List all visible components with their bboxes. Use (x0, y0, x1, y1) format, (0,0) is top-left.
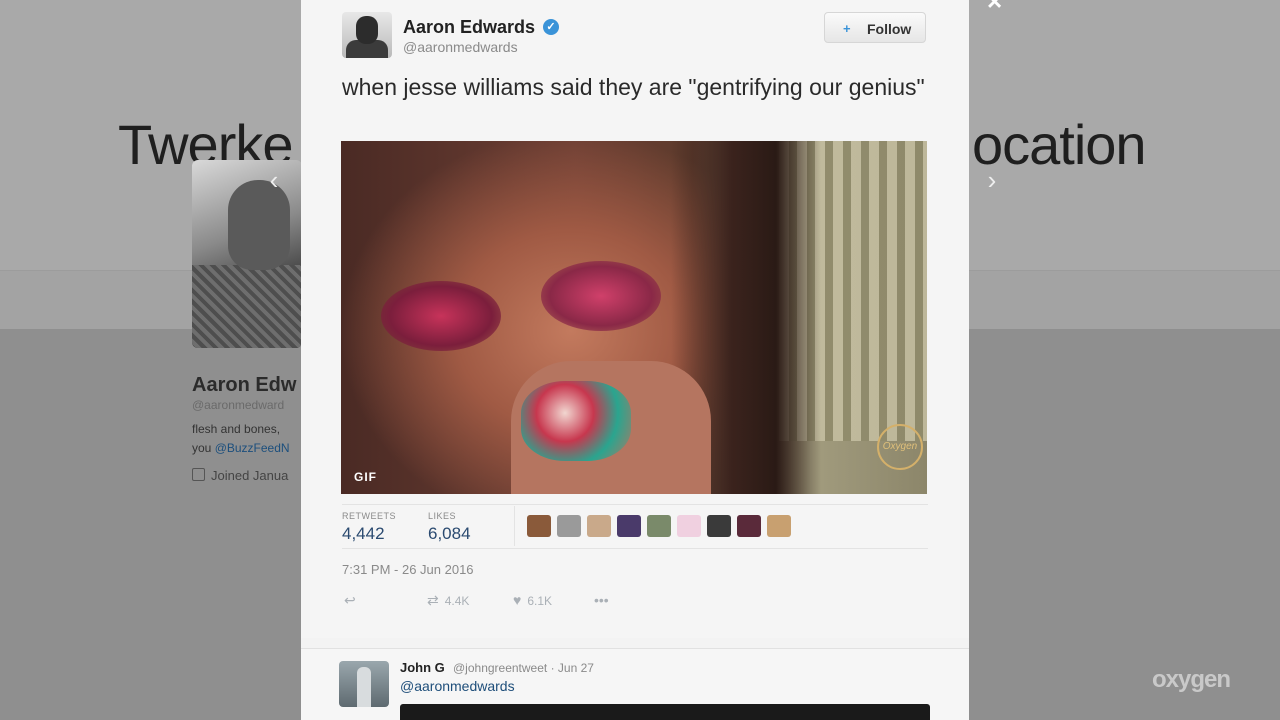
reply-button[interactable]: ↩ (344, 592, 356, 609)
liker-avatar[interactable] (707, 515, 731, 537)
reply-tweet[interactable]: John G @johngreentweet · Jun 27 @aaronme… (301, 648, 969, 720)
liker-avatar[interactable] (587, 515, 611, 537)
joined-text: Joined Janua (211, 468, 289, 483)
liker-avatar[interactable] (557, 515, 581, 537)
avatar-statue (357, 667, 371, 707)
tweet-permalink: Aaron Edwards ✓ @aaronmedwards + Follow … (301, 0, 969, 638)
follow-button[interactable]: + Follow (824, 12, 926, 43)
tweet-gif-media[interactable]: GIF Oxygen (341, 141, 927, 494)
calendar-icon (192, 468, 205, 481)
more-options-button[interactable]: ••• (594, 592, 609, 608)
background-profile-bio: flesh and bones, (192, 422, 281, 436)
verified-badge-icon: ✓ (543, 19, 559, 35)
background-profile-bio-line2: you @BuzzFeedN (192, 441, 290, 455)
gif-eyeshadow-left (381, 281, 501, 351)
photo-shirt (192, 265, 302, 348)
tweet-timestamp[interactable]: 7:31 PM - 26 Jun 2016 (342, 562, 474, 577)
retweet-icon: ⇄ (427, 592, 439, 608)
liker-avatar[interactable] (647, 515, 671, 537)
oxygen-logo: Oxygen (877, 424, 923, 470)
retweets-count[interactable]: 4,442 (342, 524, 385, 544)
bio-mention-link[interactable]: @BuzzFeedN (215, 441, 290, 455)
bio-prefix: you (192, 441, 215, 455)
likes-label: LIKES (428, 511, 457, 521)
liker-avatar[interactable] (617, 515, 641, 537)
follow-user-icon: + (843, 21, 851, 36)
stats-divider-top (342, 504, 928, 505)
tweet-text: when jesse williams said they are "gentr… (342, 74, 925, 100)
liker-avatar[interactable] (767, 515, 791, 537)
stats-divider-bottom (342, 548, 928, 549)
author-handle[interactable]: @aaronmedwards (403, 39, 518, 55)
reply-text-mention[interactable]: @aaronmedwards (400, 678, 515, 694)
gif-jeweled-ring (521, 381, 631, 461)
background-joined-date: Joined Janua (192, 468, 288, 483)
like-count: 6.1K (527, 594, 552, 608)
tweet-modal: Aaron Edwards ✓ @aaronmedwards + Follow … (301, 0, 969, 720)
stats-vertical-divider (514, 506, 515, 546)
reply-media[interactable] (400, 704, 930, 720)
liker-avatar[interactable] (527, 515, 551, 537)
reply-avatar[interactable] (339, 661, 389, 707)
retweet-count: 4.4K (444, 594, 470, 608)
reply-icon: ↩ (344, 592, 356, 608)
background-profile-name: Aaron Edw (192, 374, 297, 396)
follow-label: Follow (867, 21, 912, 37)
background-profile-handle: @aaronmedward (192, 398, 285, 412)
liker-avatar[interactable] (737, 515, 761, 537)
heart-icon: ♥ (513, 592, 522, 608)
more-icon: ••• (594, 592, 609, 608)
reply-handle-date[interactable]: @johngreentweet · Jun 27 (453, 661, 594, 675)
retweet-button[interactable]: ⇄ 4.4K (427, 592, 469, 609)
oxygen-watermark: oxygen (1152, 666, 1231, 693)
next-tweet-button[interactable]: › (980, 167, 1004, 193)
author-name[interactable]: Aaron Edwards (403, 17, 535, 38)
avatar-head (356, 16, 378, 44)
liker-avatar[interactable] (677, 515, 701, 537)
retweets-label: RETWEETS (342, 511, 397, 521)
reply-author-name[interactable]: John G (400, 660, 445, 675)
gif-badge: GIF (354, 470, 377, 484)
likes-count[interactable]: 6,084 (428, 524, 471, 544)
author-avatar[interactable] (342, 12, 392, 58)
like-button[interactable]: ♥ 6.1K (513, 592, 552, 608)
photo-face (228, 180, 290, 270)
gif-eyeshadow-right (541, 261, 661, 331)
previous-tweet-button[interactable]: ‹ (262, 167, 286, 193)
close-icon[interactable]: × (987, 0, 1002, 17)
